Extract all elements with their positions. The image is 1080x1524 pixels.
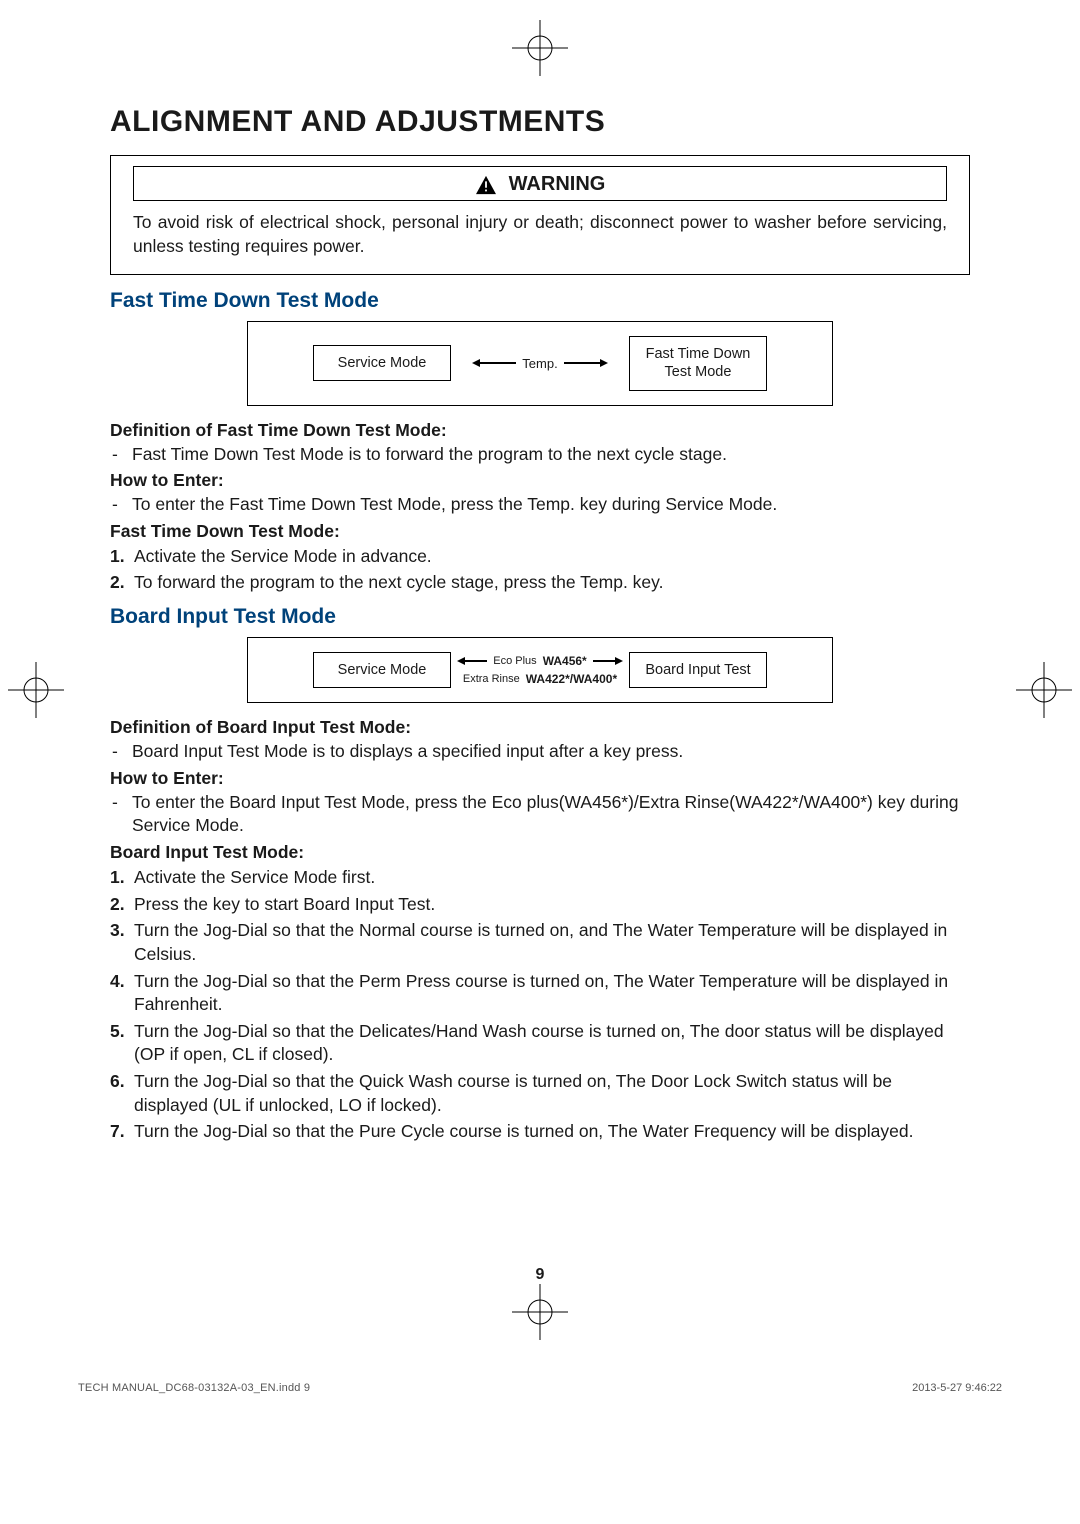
registration-mark-icon	[1016, 662, 1072, 718]
enter-text-bi: -To enter the Board Input Test Mode, pre…	[110, 791, 970, 838]
steps-list-ft: 1.Activate the Service Mode in advance. …	[110, 545, 970, 595]
warning-box: WARNING To avoid risk of electrical shoc…	[110, 155, 970, 275]
list-item: 3.Turn the Jog-Dial so that the Normal c…	[110, 919, 970, 966]
footer-file-info: TECH MANUAL_DC68-03132A-03_EN.indd 9	[78, 1382, 310, 1394]
arrow-left-icon	[457, 656, 487, 666]
subheading-definition-ft: Definition of Fast Time Down Test Mode:	[110, 420, 970, 441]
definition-text-bi: -Board Input Test Mode is to displays a …	[110, 740, 970, 764]
subheading-how-to-enter-ft: How to Enter:	[110, 470, 970, 491]
list-item: 5.Turn the Jog-Dial so that the Delicate…	[110, 1020, 970, 1067]
subheading-steps-bi: Board Input Test Mode:	[110, 842, 970, 863]
warning-text: To avoid risk of electrical shock, perso…	[133, 211, 947, 258]
page-title: ALIGNMENT AND ADJUSTMENTS	[110, 105, 970, 139]
diagram-arrow-temp: Temp.	[455, 356, 625, 371]
registration-mark-icon	[512, 1284, 568, 1340]
diagram-label-temp: Temp.	[522, 356, 557, 371]
warning-label: WARNING	[509, 173, 606, 196]
list-item: 6.Turn the Jog-Dial so that the Quick Wa…	[110, 1070, 970, 1117]
diagram-box-service-mode-2: Service Mode	[313, 652, 451, 688]
footer-timestamp: 2013-5-27 9:46:22	[912, 1382, 1002, 1394]
enter-text-ft: -To enter the Fast Time Down Test Mode, …	[110, 493, 970, 517]
list-item: 2.To forward the program to the next cyc…	[110, 571, 970, 595]
diagram-arrow-board: Eco Plus WA456* Extra Rinse WA422*/WA400…	[455, 654, 625, 686]
diagram-board-input: Service Mode Eco Plus WA456* Extra Rinse…	[247, 637, 833, 703]
subheading-definition-bi: Definition of Board Input Test Mode:	[110, 717, 970, 738]
list-item: 1.Activate the Service Mode first.	[110, 866, 970, 890]
warning-header: WARNING	[133, 166, 947, 201]
diagram-box-board-input: Board Input Test	[629, 652, 767, 688]
list-item: 1.Activate the Service Mode in advance.	[110, 545, 970, 569]
list-item: 4.Turn the Jog-Dial so that the Perm Pre…	[110, 970, 970, 1017]
diagram-fast-time: Service Mode Temp. Fast Time Down Test M…	[247, 321, 833, 405]
list-item: 7.Turn the Jog-Dial so that the Pure Cyc…	[110, 1120, 970, 1144]
registration-mark-icon	[8, 662, 64, 718]
diagram-model-wa422: WA422*/WA400*	[526, 672, 617, 686]
page-number: 9	[0, 1266, 1080, 1284]
list-item: 2.Press the key to start Board Input Tes…	[110, 893, 970, 917]
print-registration-top	[0, 20, 1080, 80]
page-content: ALIGNMENT AND ADJUSTMENTS WARNING To avo…	[110, 105, 970, 1154]
diagram-box-service-mode: Service Mode	[313, 345, 451, 381]
steps-list-bi: 1.Activate the Service Mode first. 2.Pre…	[110, 866, 970, 1144]
section-heading-board-input: Board Input Test Mode	[110, 605, 970, 629]
diagram-model-wa456: WA456*	[543, 654, 587, 668]
subheading-steps-ft: Fast Time Down Test Mode:	[110, 521, 970, 542]
print-registration-bottom	[0, 1284, 1080, 1344]
arrow-right-icon	[593, 656, 623, 666]
section-heading-fast-time: Fast Time Down Test Mode	[110, 289, 970, 313]
subheading-how-to-enter-bi: How to Enter:	[110, 768, 970, 789]
arrow-right-icon	[564, 358, 608, 368]
warning-icon	[475, 175, 497, 195]
registration-mark-icon	[512, 20, 568, 76]
diagram-box-fast-time: Fast Time Down Test Mode	[629, 336, 767, 390]
definition-text-ft: -Fast Time Down Test Mode is to forward …	[110, 443, 970, 467]
diagram-key-ecoplus: Eco Plus	[493, 655, 536, 667]
diagram-key-extrarinse: Extra Rinse	[463, 673, 520, 685]
arrow-left-icon	[472, 358, 516, 368]
